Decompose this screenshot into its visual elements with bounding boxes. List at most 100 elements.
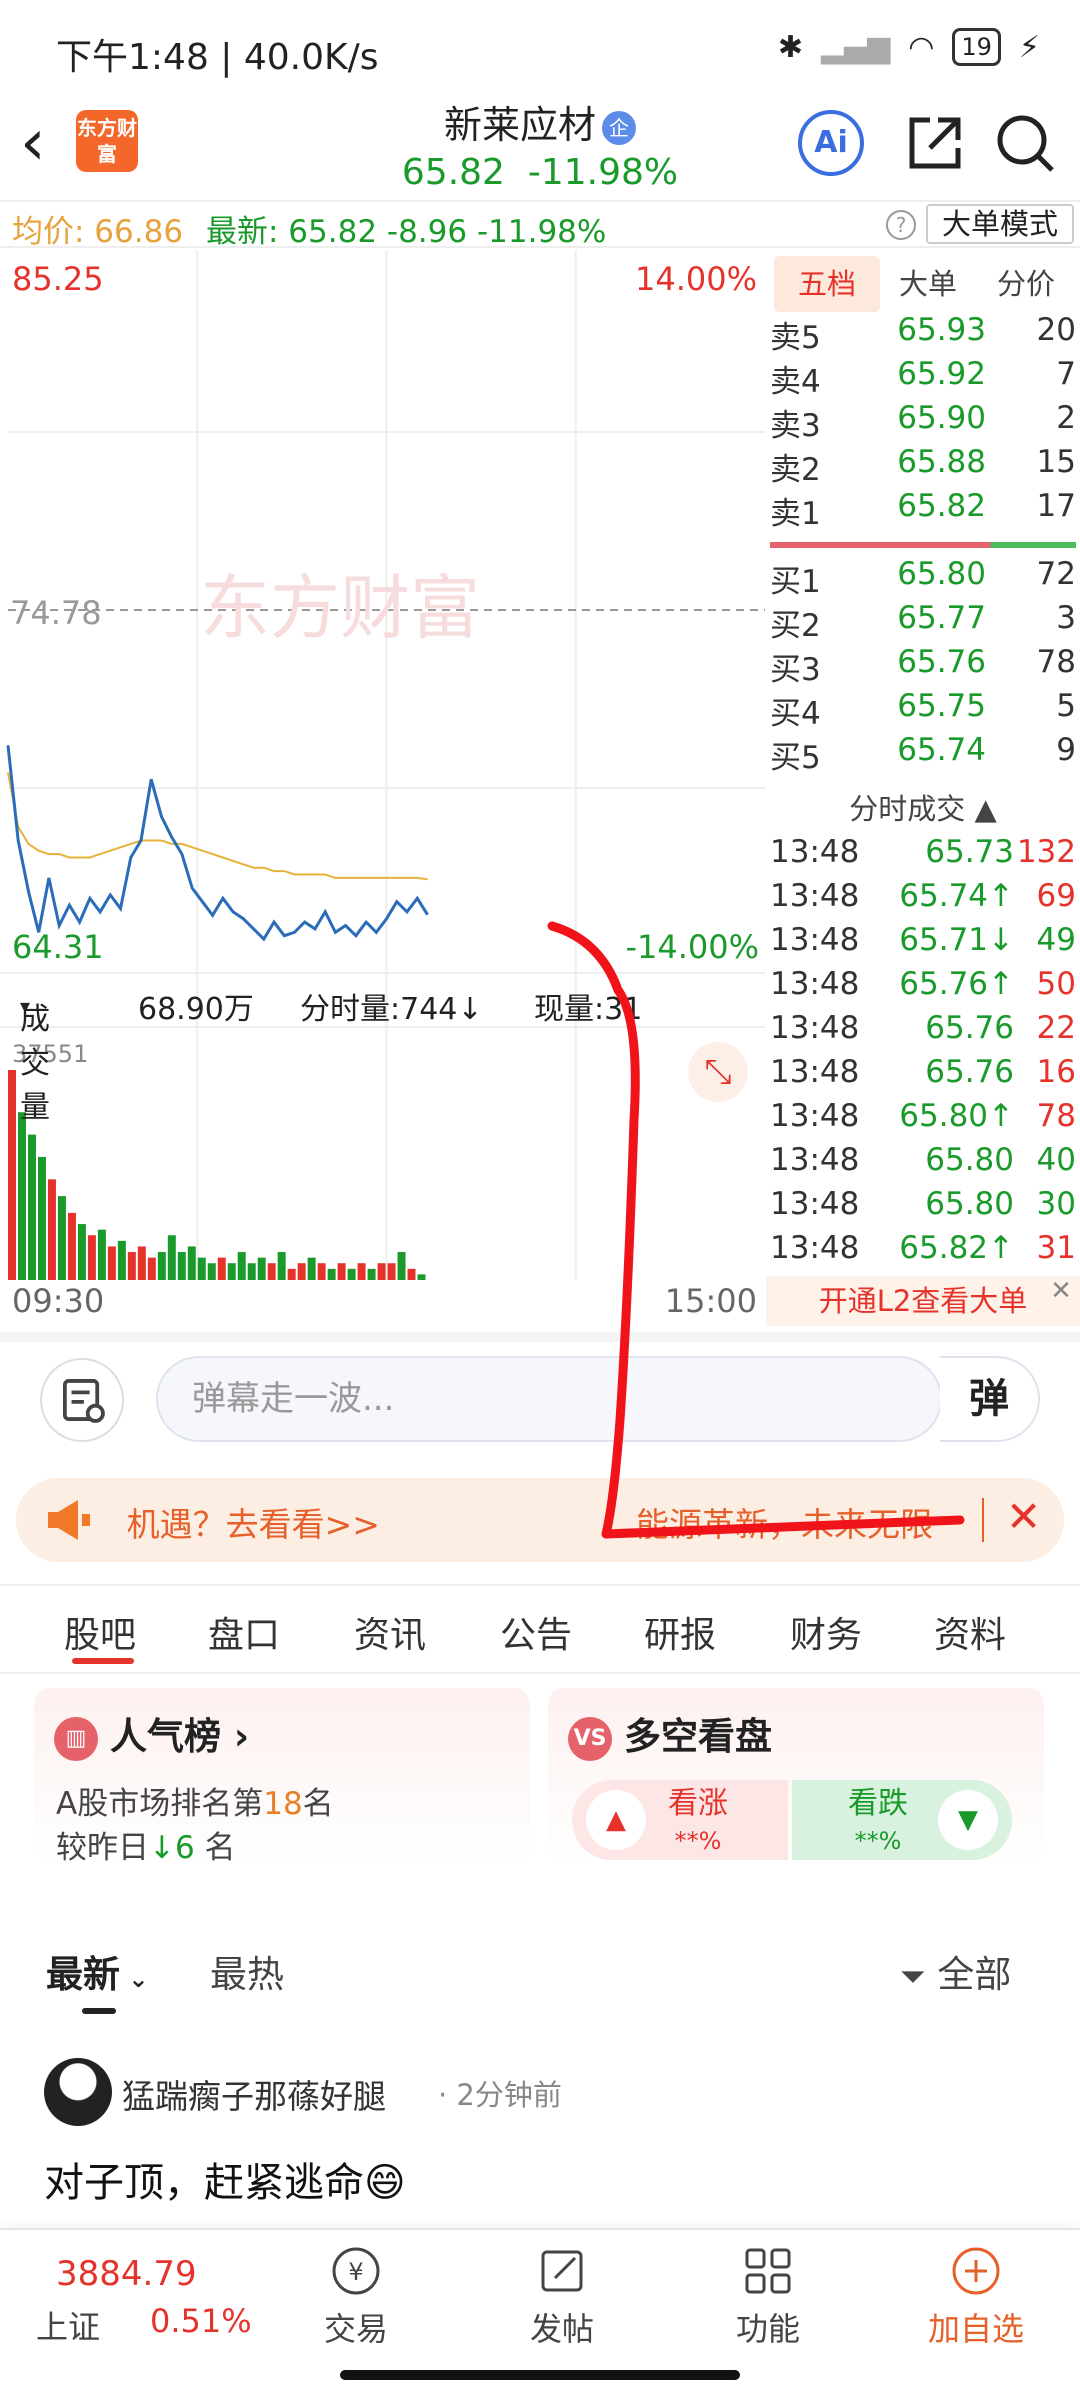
volume-bar [17, 1112, 26, 1280]
tab-research[interactable]: 研报 [644, 1606, 716, 1658]
post-button[interactable]: 发帖 [492, 2244, 632, 2350]
tab-big-orders[interactable]: 大单 [884, 256, 972, 312]
help-icon[interactable]: ? [886, 210, 916, 240]
bull-vote-button[interactable]: ▲ 看涨 **% [572, 1780, 788, 1860]
post-body[interactable]: 对子顶，赶紧逃命😄 [44, 2150, 406, 2208]
sort-indicator [82, 2008, 116, 2014]
tab-announcements[interactable]: 公告 [500, 1606, 572, 1658]
volume-bar [367, 1268, 376, 1280]
popularity-title-text: 人气榜 › [110, 1715, 250, 1758]
rank-prefix: A股市场排名第 [56, 1786, 264, 1822]
share-icon[interactable] [900, 108, 970, 178]
volume-bar [197, 1257, 206, 1280]
home-indicator[interactable] [340, 2370, 740, 2380]
volume-bar [257, 1257, 266, 1280]
volume-bar [397, 1252, 406, 1280]
big-order-mode-button[interactable]: 大单模式 [926, 204, 1074, 244]
quote-info-row: 均价: 66.86 最新: 65.82 -8.96 -11.98% ? 大单模式 [0, 200, 1080, 250]
volume-bar [387, 1263, 396, 1280]
tab-five-levels[interactable]: 五档 [774, 256, 880, 312]
ticks-header[interactable]: 分时成交 ▲ [766, 786, 1080, 828]
status-time: 下午1:48 | 40.0K/s [56, 37, 379, 78]
filter-icon: ⏷ [900, 1957, 926, 1995]
bull-label: 看涨 **% [668, 1786, 728, 1859]
tab-finance[interactable]: 财务 [790, 1606, 862, 1658]
tab-news[interactable]: 资讯 [354, 1606, 426, 1658]
chart-icon: ▥ [54, 1716, 98, 1761]
popularity-card[interactable]: ▥ 人气榜 › A股市场排名第18名 较昨日↓6 名 [34, 1688, 530, 1866]
time-start-label: 09:30 [12, 1282, 104, 1320]
bid-volume: 78 [1036, 644, 1076, 680]
index-name[interactable]: 上证 [36, 2302, 100, 2348]
volume-bars [8, 1070, 426, 1280]
filter-button[interactable]: ⏷ 全部 [900, 1944, 1011, 1998]
functions-label: 功能 [735, 2310, 800, 2348]
bear-value: **% [854, 1827, 902, 1855]
functions-button[interactable]: 功能 [698, 2244, 838, 2350]
rank-line: A股市场排名第18名 [56, 1778, 334, 1823]
tick-time: 13:48 [770, 878, 860, 914]
close-icon[interactable]: ✕ [1046, 1276, 1076, 1306]
yen-icon: ¥ [332, 2247, 380, 2295]
volume-bar [157, 1252, 166, 1280]
status-icons: ✱ ▂▄▆ ◠ 19 ⚡ [778, 28, 1040, 66]
tick-volume: 31 [1036, 1230, 1076, 1266]
expand-icon[interactable]: ⤡ [688, 1042, 748, 1102]
tick-price: 65.80↑ [899, 1098, 1014, 1134]
tab-forum[interactable]: 股吧 [64, 1606, 136, 1658]
ai-button[interactable]: Ai [798, 110, 864, 176]
volume-bar [277, 1252, 286, 1280]
danmu-input[interactable]: 弹幕走一波... [156, 1356, 942, 1442]
tick-row: 13:48 65.76 16 [770, 1054, 1076, 1098]
search-icon[interactable] [990, 108, 1060, 178]
promo-banner[interactable]: 机遇？去看看>> 能源革新，未来无限 ✕ [16, 1478, 1064, 1562]
tick-volume: 40 [1036, 1142, 1076, 1178]
bid-volume: 3 [1056, 600, 1076, 636]
volume-bar [97, 1229, 106, 1280]
tick-volume: 49 [1036, 922, 1076, 958]
tab-profile[interactable]: 资料 [934, 1606, 1006, 1658]
index-change[interactable]: 0.51% [150, 2302, 252, 2340]
volume-bar [27, 1134, 36, 1280]
vs-icon: VS [568, 1716, 612, 1761]
charging-icon: ⚡ [1018, 29, 1040, 65]
tab-price-distribution[interactable]: 分价 [976, 256, 1076, 312]
sort-hot[interactable]: 最热 [210, 1944, 284, 1998]
danmu-send-button[interactable]: 弹 [940, 1356, 1040, 1442]
volume-bar [207, 1263, 216, 1280]
status-bar: 下午1:48 | 40.0K/s ✱ ▂▄▆ ◠ 19 ⚡ [0, 0, 1080, 100]
volume-bar [297, 1263, 306, 1280]
bid-row: 买1 65.80 72 [770, 556, 1076, 600]
tick-row: 13:48 65.76↑ 50 [770, 966, 1076, 1010]
add-watchlist-button[interactable]: 加自选 [906, 2244, 1046, 2350]
svg-text:¥: ¥ [348, 2258, 363, 2286]
bid-row: 买2 65.77 3 [770, 600, 1076, 644]
tick-price: 65.80 [925, 1186, 1014, 1222]
notes-icon[interactable] [40, 1358, 124, 1442]
volume-bar [37, 1156, 46, 1280]
avatar[interactable] [44, 2058, 112, 2126]
volume-bar [337, 1263, 346, 1280]
intraday-chart[interactable]: 东方财富 85.25 14.00% 74.78 64.31 -14.00% 37… [0, 250, 765, 1330]
bear-vote-button[interactable]: 看跌 **% ▼ [792, 1780, 1012, 1860]
tick-price: 65.76 [925, 1054, 1014, 1090]
close-icon[interactable]: ✕ [1006, 1492, 1041, 1541]
post-author[interactable]: 猛踹瘸子那蓧好腿 [122, 2070, 386, 2118]
triangle-up-icon: ▲ [586, 1790, 646, 1850]
minute-volume: 分时量:744↓ [300, 992, 483, 1027]
trade-button[interactable]: ¥ 交易 [286, 2244, 426, 2350]
sort-latest[interactable]: 最新 ⌄ [46, 1944, 148, 1998]
volume-bar [77, 1224, 86, 1280]
tab-market[interactable]: 盘口 [208, 1606, 280, 1658]
l2-upgrade-banner[interactable]: 开通L2查看大单 [766, 1276, 1080, 1326]
tick-volume: 50 [1036, 966, 1076, 1002]
caret-down-icon: ▾ [20, 994, 31, 1018]
volume-bar [407, 1268, 416, 1280]
rank-change-value: ↓6 [149, 1830, 195, 1866]
tick-price: 65.82↑ [899, 1230, 1014, 1266]
content-tabs: 股吧 盘口 资讯 公告 研报 财务 资料 [0, 1584, 1080, 1674]
index-value[interactable]: 3884.79 [56, 2254, 197, 2294]
volume-bar [127, 1252, 136, 1280]
ask-row: 卖5 65.93 20 [770, 312, 1076, 356]
ask-price: 65.93 [897, 312, 986, 348]
